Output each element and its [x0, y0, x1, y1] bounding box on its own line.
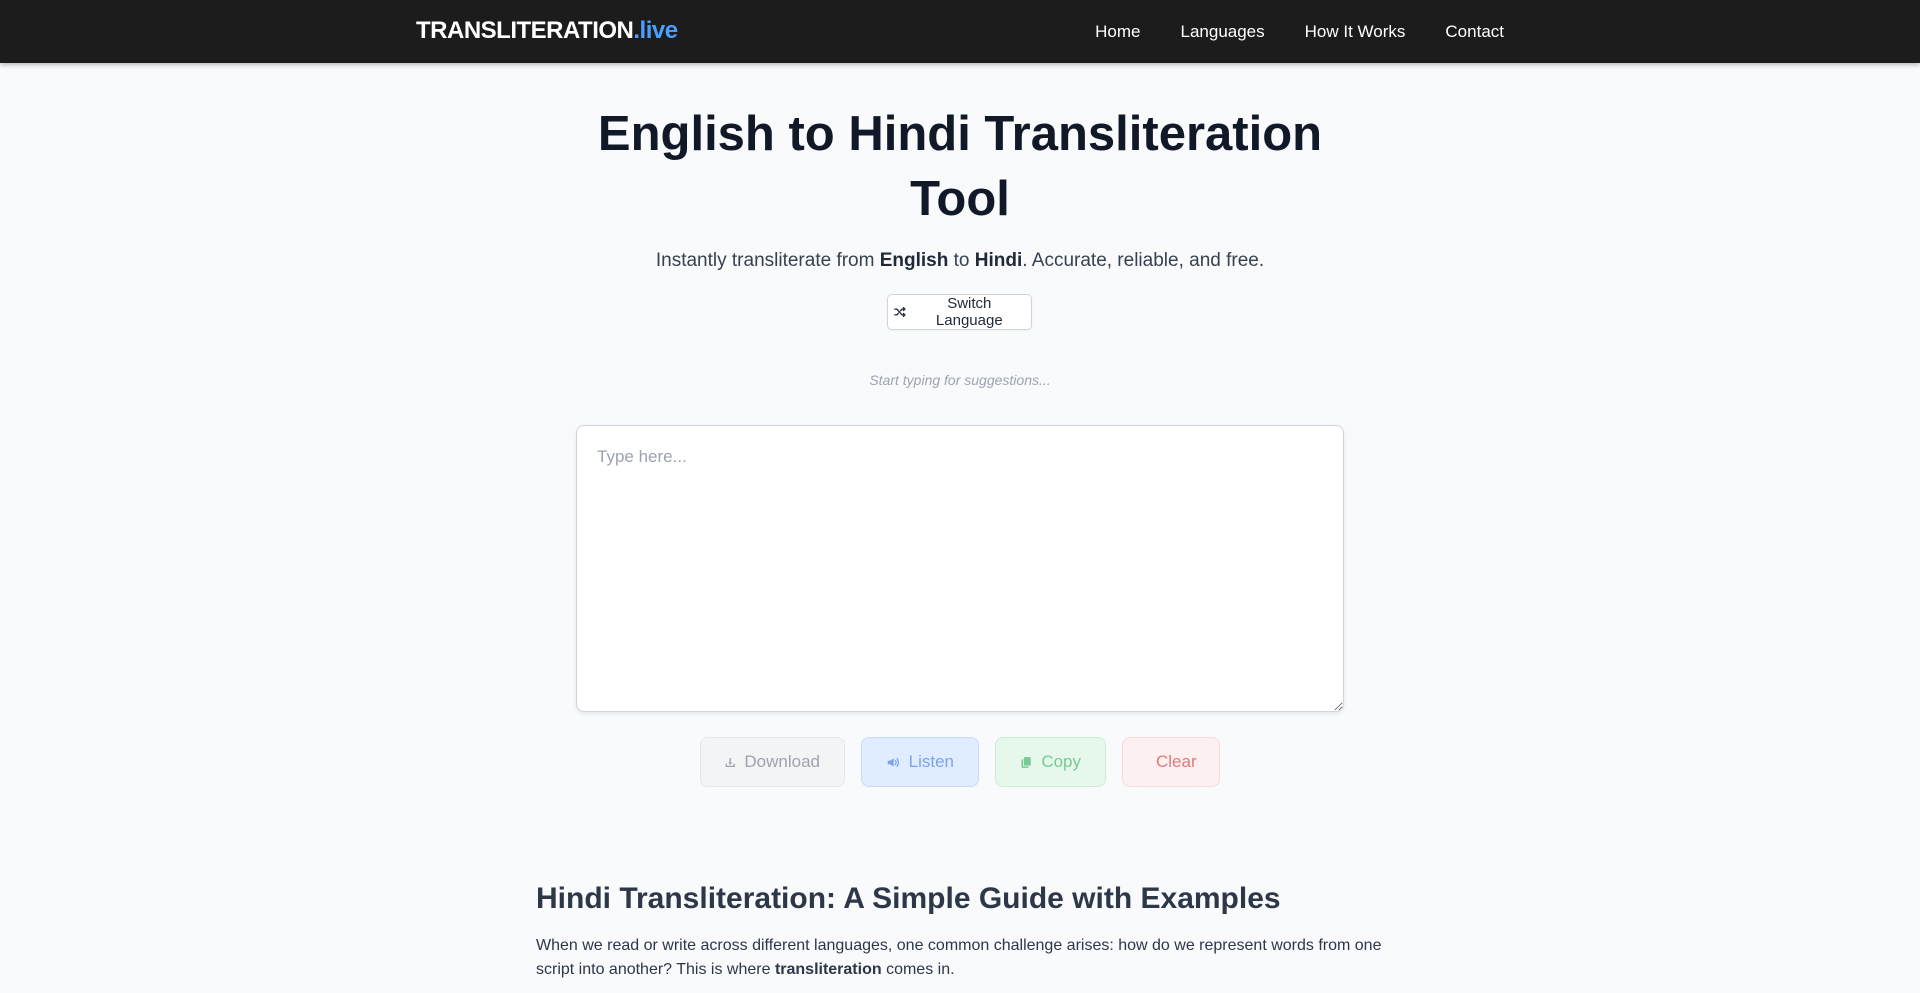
volume-icon — [887, 757, 899, 767]
suggestions-hint: Start typing for suggestions... — [869, 372, 1051, 388]
subtitle-prefix: Instantly transliterate from — [655, 250, 880, 271]
subtitle-suffix: . Accurate, reliable, and free. — [1022, 250, 1265, 271]
nav-link-home[interactable]: Home — [1095, 22, 1140, 42]
copy-button[interactable]: Copy — [995, 737, 1106, 787]
copy-icon — [1021, 756, 1031, 768]
transliteration-input[interactable] — [576, 425, 1344, 712]
nav-links: Home Languages How It Works Contact — [1055, 0, 1504, 63]
guide-intro-paragraph: When we read or write across different l… — [536, 934, 1396, 982]
page-title: English to Hindi Transliteration Tool — [597, 107, 1323, 226]
guide-text-bold: transliteration — [774, 961, 882, 978]
download-button[interactable]: Download — [700, 737, 845, 787]
nav-link-languages[interactable]: Languages — [1181, 22, 1265, 42]
listen-label: Listen — [908, 752, 954, 771]
guide-heading: Hindi Transliteration: A Simple Guide wi… — [536, 882, 1281, 915]
nav-link-contact[interactable]: Contact — [1445, 22, 1504, 42]
switch-language-button[interactable]: Switch Language — [887, 294, 1032, 330]
copy-label: Copy — [1041, 752, 1081, 771]
brand-main: TRANSLITERATION — [416, 17, 634, 44]
download-label: Download — [744, 752, 820, 771]
switch-language-label: Switch Language — [935, 295, 1003, 329]
clear-label: Clear — [1156, 752, 1197, 771]
source-language: English — [879, 250, 949, 271]
brand-tld: .live — [633, 17, 678, 44]
clear-button[interactable]: Clear — [1122, 737, 1220, 787]
navbar: TRANSLITERATION.live Home Languages How … — [0, 0, 1920, 63]
page-subtitle: Instantly transliterate from English to … — [460, 250, 1460, 272]
download-icon — [725, 757, 735, 767]
brand-logo[interactable]: TRANSLITERATION.live — [416, 17, 678, 45]
guide-text-before: When we read or write across different l… — [536, 937, 1382, 978]
subtitle-mid: to — [948, 250, 975, 271]
guide-text-after: comes in. — [881, 961, 955, 978]
listen-button[interactable]: Listen — [861, 737, 979, 787]
target-language: Hindi — [974, 250, 1023, 271]
shuffle-icon — [894, 306, 906, 318]
action-bar: Download Listen Copy Clear — [0, 737, 1920, 787]
nav-link-how-it-works[interactable]: How It Works — [1305, 22, 1406, 42]
